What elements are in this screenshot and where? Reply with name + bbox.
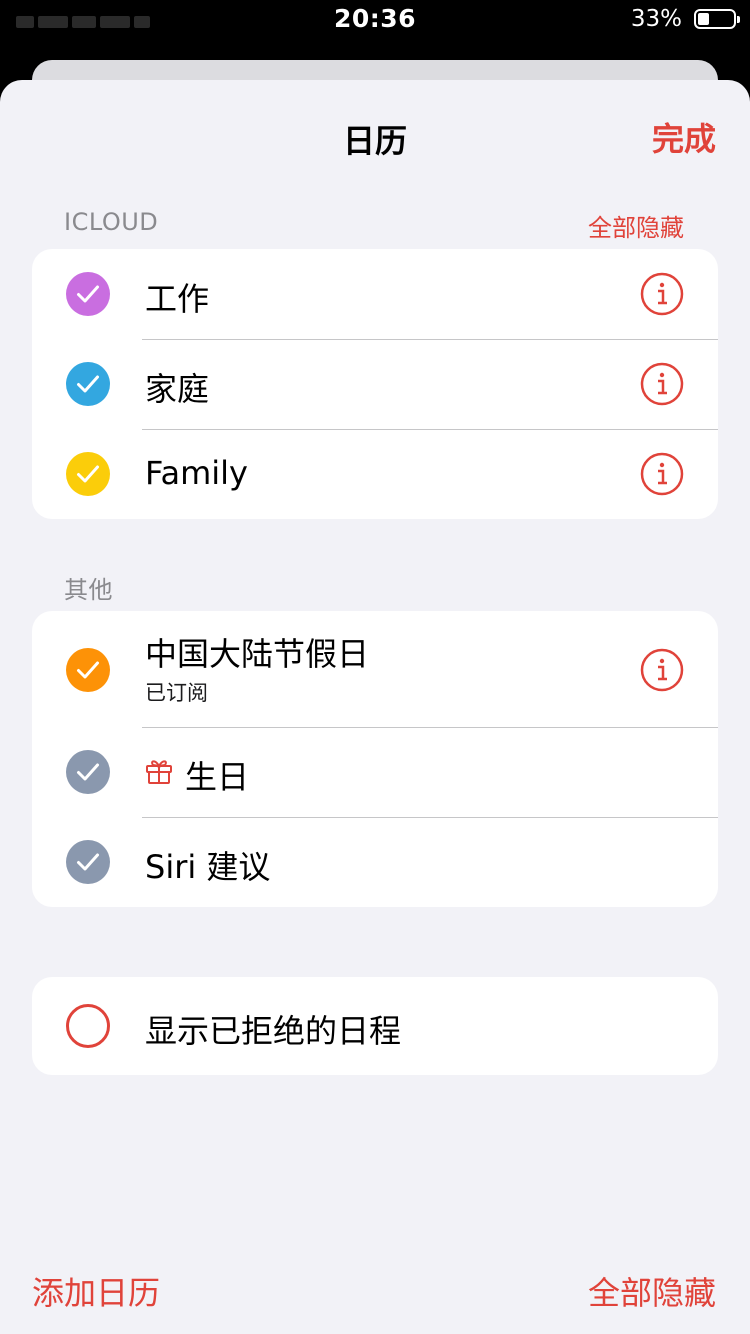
calendar-name: Siri 建议 [145, 848, 271, 886]
calendar-name: 中国大陆节假日 [145, 635, 370, 673]
calendar-row-work[interactable]: 工作 [32, 249, 718, 339]
checkmark-icon[interactable] [66, 750, 110, 794]
info-circle-icon[interactable] [640, 272, 684, 316]
checkmark-icon[interactable] [66, 840, 110, 884]
calendar-row-holidays[interactable]: 中国大陆节假日 已订阅 [32, 611, 718, 727]
checkmark-icon[interactable] [66, 452, 110, 496]
calendar-name: 家庭 [145, 370, 210, 408]
info-circle-icon[interactable] [640, 648, 684, 692]
show-declined-events-row[interactable]: 显示已拒绝的日程 [32, 977, 718, 1075]
calendar-name: 工作 [145, 280, 210, 318]
battery-level [698, 13, 709, 25]
calendar-name: Family [145, 454, 248, 492]
unchecked-circle-icon[interactable] [66, 1004, 110, 1048]
checkmark-icon[interactable] [66, 362, 110, 406]
calendar-row-family[interactable]: Family [32, 429, 718, 519]
icloud-calendar-list: 工作 家庭 Family [32, 249, 718, 519]
info-circle-icon[interactable] [640, 362, 684, 406]
section-header-other: 其他 [64, 576, 113, 604]
calendar-subtitle: 已订阅 [145, 681, 208, 705]
section-header-icloud: ICLOUD [64, 208, 159, 236]
battery-percent: 33% [630, 6, 682, 32]
battery-icon [694, 9, 740, 29]
checkmark-icon[interactable] [66, 648, 110, 692]
show-declined-events-label: 显示已拒绝的日程 [145, 1012, 402, 1050]
info-circle-icon[interactable] [640, 452, 684, 496]
add-calendar-button[interactable]: 添加日历 [32, 1268, 160, 1314]
icloud-hide-all-button[interactable]: 全部隐藏 [588, 208, 684, 243]
gift-icon [146, 760, 172, 784]
other-calendar-list: 中国大陆节假日 已订阅 生日 Siri 建议 [32, 611, 718, 907]
calendars-sheet: 日历 完成 ICLOUD 全部隐藏 工作 家庭 Family 其他 中国大陆节假… [0, 80, 750, 1334]
calendar-name: 生日 [185, 758, 250, 796]
status-bar: 20:36 33% [0, 0, 750, 44]
calendar-row-siri-suggestions[interactable]: Siri 建议 [32, 817, 718, 907]
calendar-row-birthdays[interactable]: 生日 [32, 727, 718, 817]
checkmark-icon[interactable] [66, 272, 110, 316]
declined-events-card: 显示已拒绝的日程 [32, 977, 718, 1075]
calendar-row-home[interactable]: 家庭 [32, 339, 718, 429]
done-button[interactable]: 完成 [652, 114, 716, 160]
page-title: 日历 [342, 122, 407, 160]
hide-all-button[interactable]: 全部隐藏 [588, 1268, 716, 1314]
